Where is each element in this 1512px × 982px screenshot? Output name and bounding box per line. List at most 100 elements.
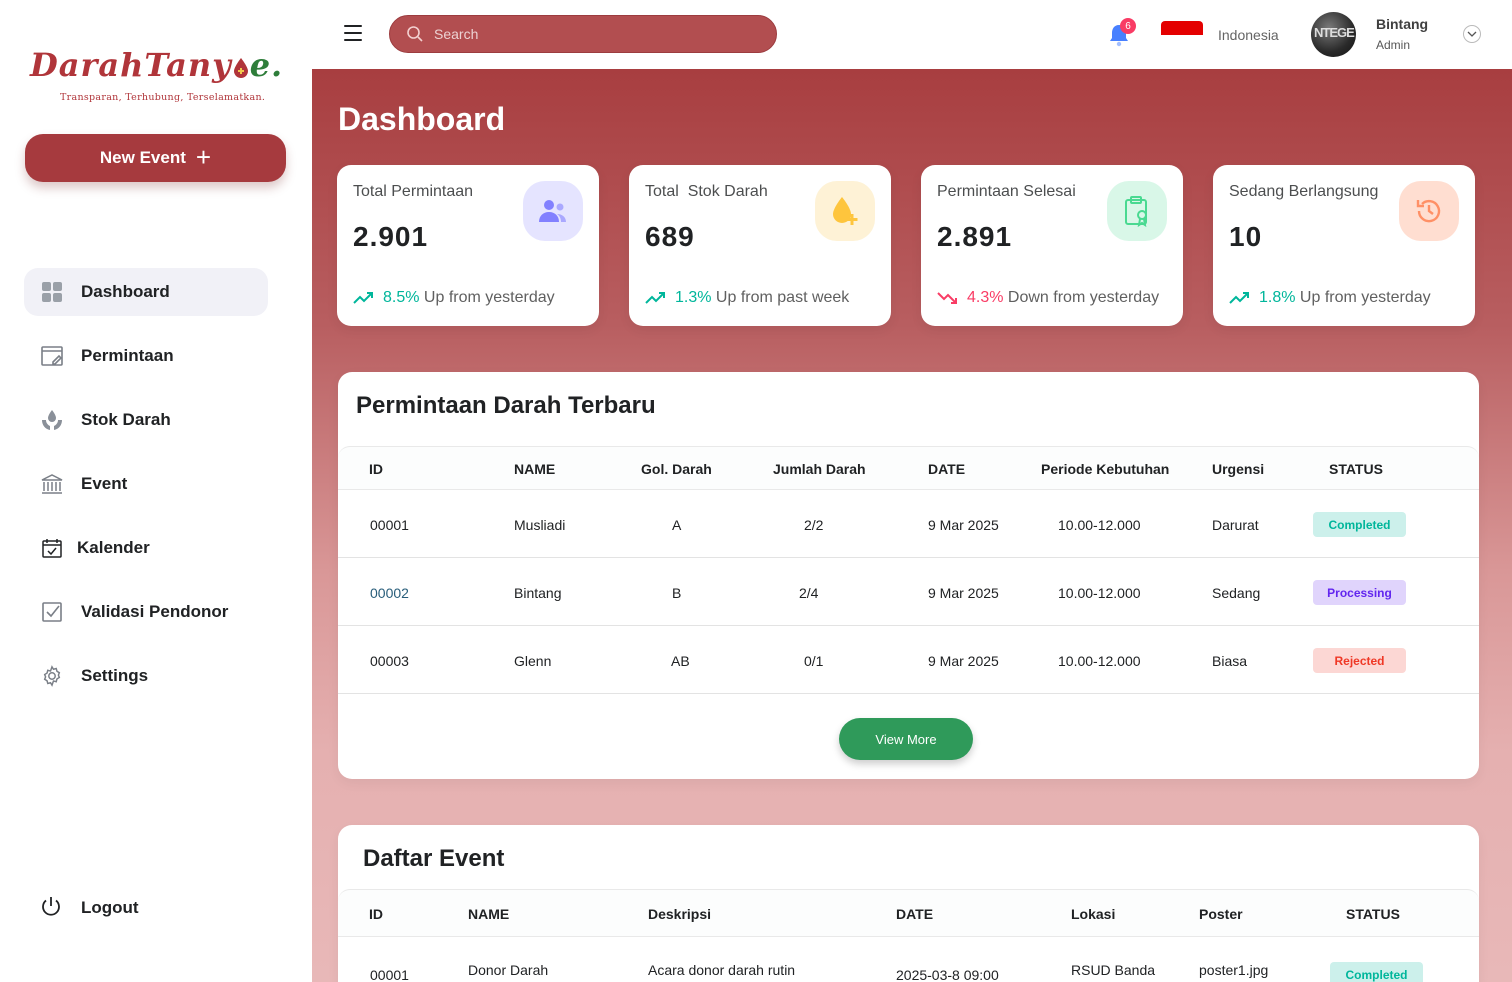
- new-event-button[interactable]: New Event +: [25, 134, 286, 182]
- status-badge: Completed: [1313, 512, 1406, 537]
- sidebar-item-event[interactable]: Event: [24, 460, 268, 508]
- column-header: Gol. Darah: [641, 461, 712, 477]
- stat-trend: 4.3% Down from yesterday: [937, 289, 1159, 307]
- cell-deskripsi: Acara donor darah rutin: [648, 962, 796, 978]
- topbar: 6 Indonesia NTEGE Bintang Admin: [312, 0, 1512, 69]
- search-input[interactable]: [434, 26, 754, 42]
- sidebar-item-validasi-pendonor[interactable]: Validasi Pendonor: [24, 588, 268, 636]
- search-bar[interactable]: [389, 15, 777, 53]
- indonesia-flag-icon[interactable]: [1161, 21, 1203, 49]
- stat-percent: 4.3%: [967, 289, 1004, 306]
- trending-up-icon: [353, 292, 373, 304]
- cell-id: 00001: [370, 967, 409, 982]
- sidebar-item-settings[interactable]: Settings: [24, 652, 268, 700]
- cell-name: Musliadi: [514, 517, 566, 533]
- logo-text-part2: e.: [249, 46, 284, 84]
- column-header: Poster: [1199, 906, 1243, 922]
- stat-trend: 8.5% Up from yesterday: [353, 289, 555, 307]
- new-event-label: New Event: [99, 148, 186, 167]
- menu-icon[interactable]: [344, 25, 362, 41]
- logo-tagline: Transparan, Terhubung, Terselamatkan.: [60, 92, 266, 103]
- trending-down-icon: [937, 292, 957, 304]
- stat-value: 2.901: [353, 221, 429, 252]
- cell-name: Donor Darah: [468, 962, 549, 978]
- cell-lokasi: RSUD Banda: [1071, 962, 1156, 978]
- avatar[interactable]: NTEGE: [1311, 12, 1356, 57]
- status-badge: Rejected: [1313, 648, 1406, 673]
- sidebar-item-label: Event: [81, 474, 128, 493]
- status-badge: Processing: [1313, 580, 1406, 605]
- stat-trend: 1.3% Up from past week: [645, 289, 849, 307]
- cell-name: Bintang: [514, 585, 562, 601]
- stat-label: Permintaan Selesai: [937, 183, 1076, 200]
- cell-id: 00003: [370, 653, 409, 669]
- stat-trend-text: Up from past week: [715, 289, 850, 306]
- cell-jumlah-darah: 0/1: [804, 653, 824, 669]
- logo[interactable]: DarahTany e. Transparan, Terhubung, Terse…: [30, 46, 290, 103]
- view-more-button[interactable]: View More: [839, 718, 973, 760]
- user-menu-dropdown[interactable]: [1463, 25, 1481, 43]
- stat-value: 2.891: [937, 221, 1013, 252]
- sidebar-item-label: Dashboard: [81, 282, 170, 301]
- stat-percent: 8.5%: [383, 289, 420, 306]
- stat-card-total-permintaan: Total Permintaan 2.901 8.5% Up from yest…: [337, 165, 599, 326]
- column-header: STATUS: [1329, 461, 1383, 477]
- stat-card-total-stok-darah: Total Stok Darah 689 1.3% Up from past w…: [629, 165, 891, 326]
- checkbox-icon: [39, 599, 65, 625]
- language-selector[interactable]: Indonesia: [1218, 27, 1279, 43]
- column-header: Deskripsi: [648, 906, 712, 922]
- cell-id[interactable]: 00002: [370, 585, 409, 601]
- cell-date: 9 Mar 2025: [928, 585, 999, 601]
- user-name: Bintang: [1376, 16, 1429, 32]
- cell-gol-darah: B: [672, 585, 682, 601]
- sidebar-item-kalender[interactable]: Kalender: [24, 524, 268, 572]
- cell-periode: 10.00-12.000: [1058, 517, 1141, 533]
- cell-poster[interactable]: poster1.jpg: [1199, 962, 1268, 978]
- logout-button[interactable]: Logout: [24, 884, 139, 932]
- cell-gol-darah: AB: [671, 653, 690, 669]
- calendar-icon: [39, 535, 65, 561]
- gear-icon: [39, 663, 65, 689]
- column-header: STATUS: [1346, 906, 1400, 922]
- logo-text-part1: DarahTany: [30, 46, 232, 84]
- cell-date: 9 Mar 2025: [928, 653, 999, 669]
- sidebar-item-permintaan[interactable]: Permintaan: [24, 332, 268, 380]
- column-header: Periode Kebutuhan: [1041, 461, 1170, 477]
- column-header: DATE: [928, 461, 966, 477]
- edit-document-icon: [39, 343, 65, 369]
- table-row[interactable]: 00001 Musliadi A 2/2 9 Mar 2025 10.00-12…: [338, 490, 1479, 558]
- table-row[interactable]: 00002 Bintang B 2/4 9 Mar 2025 10.00-12.…: [338, 558, 1479, 626]
- notification-badge: 6: [1120, 18, 1136, 34]
- stat-trend-text: Down from yesterday: [1007, 289, 1160, 306]
- search-icon: [407, 26, 423, 42]
- column-header: NAME: [514, 461, 556, 477]
- column-header: DATE: [896, 906, 934, 922]
- requests-title: Permintaan Darah Terbaru: [356, 392, 656, 419]
- stat-card-permintaan-selesai: Permintaan Selesai 2.891 4.3% Down from …: [921, 165, 1183, 326]
- events-table-header: ID NAME Deskripsi DATE Lokasi Poster STA…: [338, 889, 1479, 937]
- sidebar-item-dashboard[interactable]: Dashboard: [24, 268, 268, 316]
- cell-date: 9 Mar 2025: [928, 517, 999, 533]
- notification-bell[interactable]: 6: [1106, 18, 1136, 48]
- cell-periode: 10.00-12.000: [1058, 653, 1141, 669]
- stat-label: Total Permintaan: [353, 183, 474, 200]
- stat-percent: 1.3%: [675, 289, 712, 306]
- sidebar-item-label: Stok Darah: [81, 410, 171, 429]
- table-row[interactable]: 00001 Donor Darah Acara donor darah ruti…: [338, 937, 1479, 982]
- cell-date: 2025-03-8 09:00: [896, 967, 999, 982]
- blood-drop-logo-icon: [233, 57, 248, 78]
- dashboard-grid-icon: [39, 279, 65, 305]
- stat-label: Total Stok Darah: [645, 183, 768, 200]
- power-icon: [39, 895, 65, 921]
- column-header: Urgensi: [1212, 461, 1265, 477]
- cell-jumlah-darah: 2/2: [804, 517, 824, 533]
- plus-icon: +: [195, 141, 212, 172]
- cell-urgensi: Sedang: [1212, 585, 1261, 601]
- cell-periode: 10.00-12.000: [1058, 585, 1141, 601]
- column-header: Lokasi: [1071, 906, 1116, 922]
- sidebar-item-stok-darah[interactable]: Stok Darah: [24, 396, 268, 444]
- main-content: Dashboard Total Permintaan 2.901 8.5% Up…: [312, 69, 1512, 982]
- blood-drop-plus-icon: [815, 181, 875, 241]
- table-row[interactable]: 00003 Glenn AB 0/1 9 Mar 2025 10.00-12.0…: [338, 626, 1479, 694]
- requests-table-header: ID NAME Gol. Darah Jumlah Darah DATE Per…: [338, 446, 1479, 490]
